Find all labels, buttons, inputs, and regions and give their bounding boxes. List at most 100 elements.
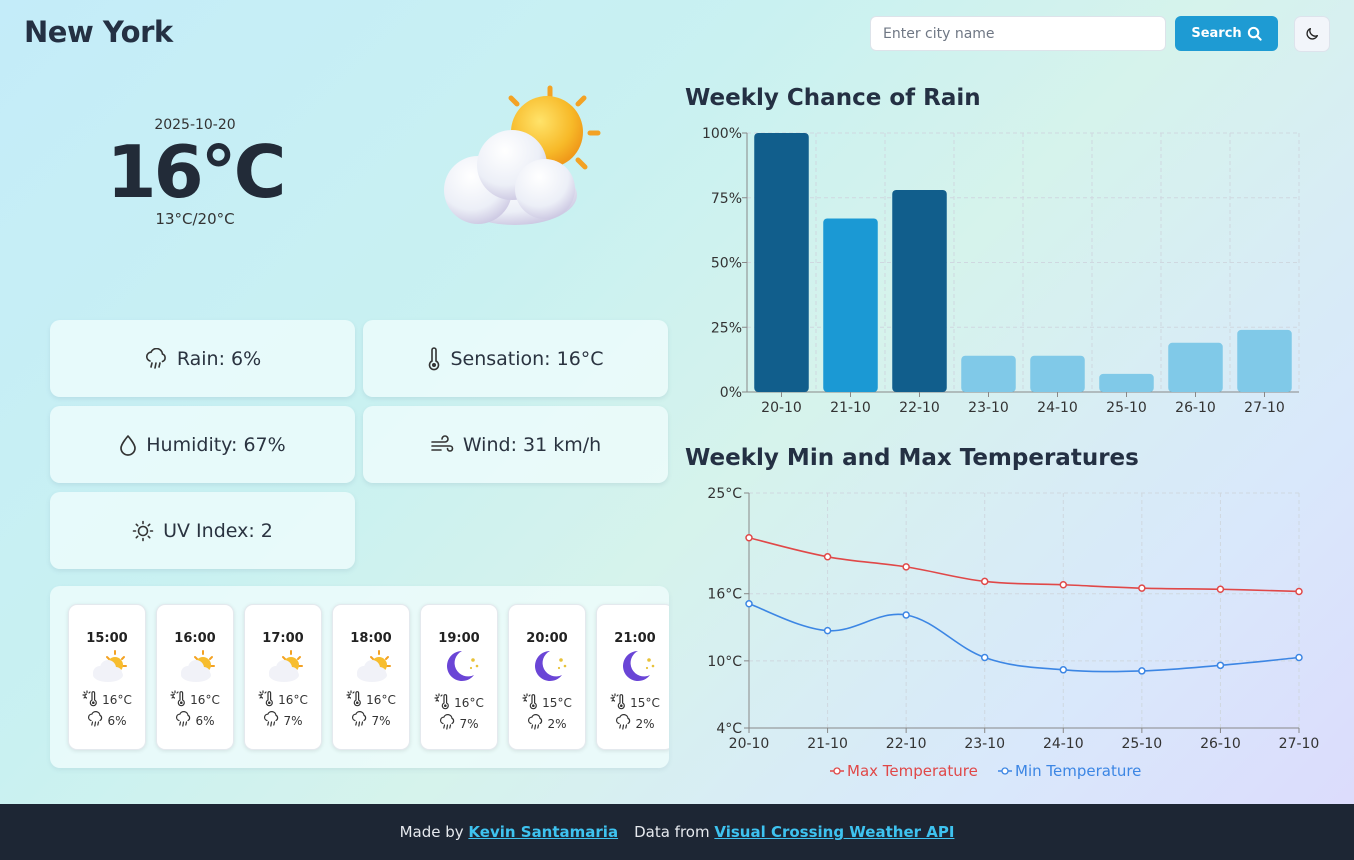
city-title: New York bbox=[24, 15, 173, 49]
rain-bar bbox=[754, 133, 809, 392]
y-tick-label: 25°C bbox=[707, 486, 742, 502]
hour-rain: 7% bbox=[283, 713, 303, 728]
max-temp-point bbox=[1295, 587, 1303, 596]
x-tick-label: 24-10 bbox=[1043, 736, 1084, 752]
legend-marker bbox=[1001, 767, 1009, 775]
y-tick-label: 4°C bbox=[716, 721, 742, 737]
search-button-label: Search bbox=[1191, 26, 1242, 41]
hour-time: 15:00 bbox=[86, 631, 128, 646]
y-tick-label: 10°C bbox=[707, 654, 742, 670]
x-tick-label: 27-10 bbox=[1279, 736, 1320, 752]
hour-rain: 7% bbox=[459, 716, 479, 731]
legend-marker bbox=[833, 767, 841, 775]
rain-bar bbox=[1237, 329, 1292, 392]
rain-bar bbox=[1030, 355, 1085, 392]
partly-cloudy-day-icon bbox=[352, 649, 392, 683]
water-drop-icon bbox=[120, 434, 137, 456]
dark-mode-toggle[interactable] bbox=[1294, 16, 1330, 52]
hour-temp-row: 16°C bbox=[157, 690, 233, 710]
x-tick-label: 20-10 bbox=[729, 736, 770, 752]
hour-temp-row: 15°C bbox=[597, 693, 669, 713]
city-search-input[interactable] bbox=[870, 16, 1166, 51]
thermometer-sun-icon bbox=[522, 693, 539, 713]
hour-temp: 15°C bbox=[630, 696, 660, 710]
hour-rain: 6% bbox=[107, 713, 127, 728]
max-temp-point bbox=[1138, 584, 1146, 592]
min-temp-line bbox=[748, 603, 1300, 673]
rain-cloud-icon bbox=[175, 711, 192, 730]
hourly-forecast[interactable]: 15:00 16°C 6% 16:00 16°C 6% 17:00 16°C 7% 18:00 16… bbox=[50, 586, 669, 768]
rain-cloud-icon bbox=[87, 711, 104, 730]
uv-card: UV Index: 2 bbox=[50, 492, 355, 569]
hour-card: 20:00 15°C 2% bbox=[508, 604, 586, 750]
hour-rain: 7% bbox=[371, 713, 391, 728]
footer-made-by: Made by Kevin Santamaria bbox=[400, 823, 619, 841]
hour-rain: 2% bbox=[547, 716, 567, 731]
partly-cloudy-day-icon bbox=[88, 649, 128, 683]
hour-rain: 2% bbox=[635, 716, 655, 731]
x-tick-label: 22-10 bbox=[886, 736, 927, 752]
y-tick-label: 16°C bbox=[707, 587, 742, 603]
hour-rain-row: 7% bbox=[333, 711, 409, 730]
x-tick-label: 21-10 bbox=[830, 400, 871, 416]
search-button[interactable]: Search bbox=[1175, 16, 1278, 51]
min-temp-point bbox=[1138, 667, 1146, 675]
x-tick-label: 23-10 bbox=[968, 400, 1009, 416]
hour-time: 16:00 bbox=[174, 631, 216, 646]
hour-card: 17:00 16°C 7% bbox=[244, 604, 322, 750]
current-temp-range: 13°C/20°C bbox=[155, 210, 235, 228]
max-temp-line bbox=[748, 536, 1300, 593]
rain-cloud-icon bbox=[263, 711, 280, 730]
legend-label: Min Temperature bbox=[1015, 762, 1141, 780]
wind-card: Wind: 31 km/h bbox=[363, 406, 668, 483]
max-temp-point bbox=[980, 577, 989, 586]
hour-temp: 16°C bbox=[454, 696, 484, 710]
y-tick-label: 0% bbox=[720, 385, 742, 401]
clear-night-icon bbox=[528, 649, 568, 683]
hour-card: 19:00 16°C 7% bbox=[420, 604, 498, 750]
sun-icon bbox=[132, 520, 154, 541]
rain-cloud-icon bbox=[615, 714, 632, 733]
rain-label: Rain: 6% bbox=[176, 347, 262, 370]
min-temp-point bbox=[980, 653, 989, 662]
thermometer-sun-icon bbox=[610, 693, 627, 713]
min-temp-point bbox=[902, 611, 910, 619]
hour-temp-row: 16°C bbox=[333, 690, 409, 710]
min-temp-point bbox=[1059, 666, 1068, 674]
rain-bar bbox=[1168, 342, 1223, 392]
x-tick-label: 21-10 bbox=[807, 736, 848, 752]
max-temp-point bbox=[1216, 585, 1225, 593]
rain-cloud-icon bbox=[145, 347, 166, 369]
max-temp-point bbox=[902, 563, 910, 571]
sensation-card: Sensation: 16°C bbox=[363, 320, 668, 397]
hour-rain-row: 2% bbox=[597, 714, 669, 733]
hour-temp-row: 16°C bbox=[421, 693, 497, 713]
thermometer-sun-icon bbox=[170, 690, 187, 710]
hour-temp: 16°C bbox=[366, 693, 396, 707]
thermometer-sun-icon bbox=[434, 693, 451, 713]
hour-time: 19:00 bbox=[438, 631, 480, 646]
hour-time: 21:00 bbox=[614, 631, 656, 646]
x-tick-label: 23-10 bbox=[964, 736, 1005, 752]
footer-data-prefix: Data from bbox=[634, 823, 710, 841]
min-temp-point bbox=[745, 600, 753, 608]
current-temperature: 16°C bbox=[106, 130, 286, 214]
humidity-card: Humidity: 67% bbox=[50, 406, 355, 483]
clear-night-icon bbox=[440, 649, 480, 683]
footer-data-from: Data from Visual Crossing Weather API bbox=[634, 823, 954, 841]
hour-time: 20:00 bbox=[526, 631, 568, 646]
hour-rain-row: 6% bbox=[69, 711, 145, 730]
y-tick-label: 100% bbox=[702, 126, 742, 142]
data-source-link[interactable]: Visual Crossing Weather API bbox=[714, 823, 954, 841]
hour-card: 18:00 16°C 7% bbox=[332, 604, 410, 750]
rain-cloud-icon bbox=[351, 711, 368, 730]
author-link[interactable]: Kevin Santamaria bbox=[468, 823, 618, 841]
rain-bar bbox=[823, 218, 878, 392]
search-icon bbox=[1247, 26, 1262, 41]
temperature-chart: 4°C 10°C 16°C 25°C 20-10 21-10 22-10 23-10 24-10… bbox=[707, 486, 1320, 780]
max-temp-point bbox=[823, 553, 832, 561]
rain-cloud-icon bbox=[439, 714, 456, 733]
partly-cloudy-day-icon bbox=[444, 85, 601, 225]
y-tick-label: 50% bbox=[711, 256, 742, 272]
hour-rain: 6% bbox=[195, 713, 215, 728]
